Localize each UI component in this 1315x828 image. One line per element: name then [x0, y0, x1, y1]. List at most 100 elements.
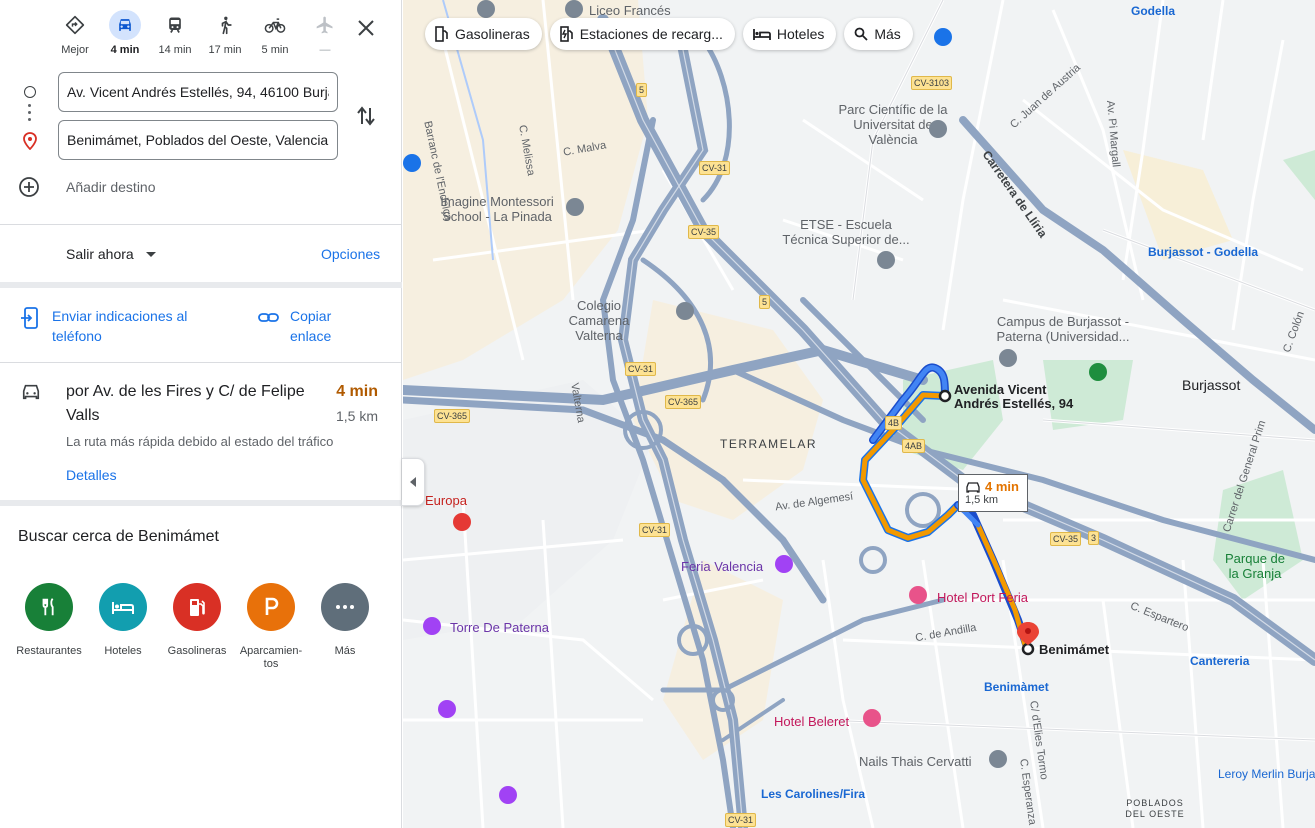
mode-label: 14 min: [158, 44, 192, 56]
place-label: Hotel Port Feria: [937, 590, 1029, 605]
divider: [0, 500, 402, 506]
nearby-search-title: Buscar cerca de Benimámet: [18, 528, 219, 545]
place-label: Nails Thais Cervatti: [859, 754, 972, 769]
mode-label: —: [319, 44, 331, 56]
nearby-label: Hoteles: [104, 645, 142, 657]
hotel-icon: [752, 27, 771, 41]
transit-station-label: Les Carolines/Fira: [761, 787, 866, 801]
place-label: ETSE - Escuela Técnica Superior de...: [782, 217, 910, 247]
road-shield: 5: [636, 83, 648, 97]
gas-station-icon: [173, 583, 221, 631]
swap-locations-button[interactable]: [354, 104, 378, 133]
route-dots-icon: [28, 104, 32, 125]
road-shield: CV-35: [1050, 532, 1082, 546]
chevron-down-icon: [145, 251, 156, 257]
place-label: Colegio Camarena Valterna: [568, 298, 630, 343]
chip-charging-stations[interactable]: Estaciones de recarg...: [549, 18, 735, 50]
mode-car[interactable]: 4 min: [100, 10, 150, 62]
shopping-icon: [934, 28, 952, 46]
mode-label: Mejor: [61, 44, 89, 56]
nearby-label: Gasolineras: [167, 645, 227, 657]
road-shield: CV-31: [699, 161, 731, 175]
road-shield: CV-31: [625, 362, 657, 376]
add-circle-icon: [19, 177, 39, 197]
place-label: Leroy Merlin Burja: [1218, 767, 1315, 781]
copy-link-label: Copiar enlace: [290, 308, 332, 344]
nearby-gas-button[interactable]: Gasolineras: [160, 583, 234, 671]
route-info-bubble[interactable]: 4 min 1,5 km: [958, 474, 1028, 512]
road-shield: CV-365: [665, 395, 702, 409]
school-icon: [477, 0, 495, 18]
mode-walk[interactable]: 17 min: [200, 10, 250, 62]
route-distance: 1,5 km: [335, 408, 378, 424]
map-canvas[interactable]: Gasolineras Estaciones de recarg... Hote…: [403, 0, 1315, 828]
place-marker-icon: [989, 750, 1007, 768]
landmark-icon: [438, 700, 456, 718]
copy-link-button[interactable]: Copiar enlace: [258, 306, 350, 346]
car-icon: [109, 10, 141, 40]
nearby-parking-button[interactable]: Aparcamien-tos: [234, 583, 308, 671]
destination-map-label: Benimámet: [1039, 642, 1110, 657]
send-to-phone-icon: [21, 307, 38, 329]
road-shield: CV-35: [688, 225, 720, 239]
origin-map-label: Avenida Vicent Andrés Estellés, 94: [954, 383, 1080, 411]
route-title: por Av. de les Fires y C/ de Felipe Vall…: [66, 383, 305, 424]
destination-pin-icon: [22, 132, 38, 155]
school-icon: [566, 198, 584, 216]
district-label: TERRAMELAR: [720, 437, 818, 451]
options-link[interactable]: Opciones: [321, 246, 380, 262]
road-shield: 4B: [885, 416, 903, 430]
school-icon: [676, 302, 694, 320]
road-shield: 3: [1088, 531, 1100, 545]
depart-time-dropdown[interactable]: Salir ahora: [66, 246, 156, 262]
mode-label: 17 min: [208, 44, 242, 56]
origin-input[interactable]: [58, 72, 338, 112]
mode-label: 5 min: [261, 44, 289, 56]
district-label: POBLADOS DEL OESTE: [1125, 798, 1185, 819]
mode-flight[interactable]: —: [300, 10, 350, 62]
send-to-phone-button[interactable]: Enviar indicaciones al teléfono: [20, 306, 212, 346]
mode-bike[interactable]: 5 min: [250, 10, 300, 62]
travel-modes: Mejor 4 min 14 min 17 min 5 min —: [50, 10, 350, 62]
hotel-icon: [909, 586, 927, 604]
route-option-card[interactable]: por Av. de les Fires y C/ de Felipe Vall…: [0, 368, 402, 498]
mode-transit[interactable]: 14 min: [150, 10, 200, 62]
divider: [0, 282, 402, 288]
directions-panel: Mejor 4 min 14 min 17 min 5 min — Av. Vi…: [0, 0, 402, 828]
school-icon: [565, 0, 583, 18]
chip-hotels[interactable]: Hoteles: [742, 18, 837, 50]
add-destination-button[interactable]: Añadir destino: [18, 176, 156, 198]
place-label: Imagine Montessori School - La Pinada: [440, 194, 554, 224]
school-icon: [877, 251, 895, 269]
nearby-label: Restaurantes: [16, 645, 82, 657]
place-label: Parque de la Granja: [1225, 551, 1285, 581]
chip-label: Más: [874, 26, 901, 42]
mode-best[interactable]: Mejor: [50, 10, 100, 62]
route-details-link[interactable]: Detalles: [66, 467, 117, 483]
nearby-hotels-button[interactable]: Hoteles: [86, 583, 160, 671]
hospital-icon: [453, 513, 471, 531]
swap-icon: [357, 106, 375, 126]
transit-station-label: Benimàmet: [984, 680, 1049, 694]
transit-station-label: Cantereria: [1190, 654, 1250, 668]
place-label: Feria Valencia: [681, 559, 764, 574]
destination-input[interactable]: [58, 120, 338, 160]
nearby-more-button[interactable]: Más: [308, 583, 382, 671]
road-shield: CV-31: [725, 813, 757, 827]
origin-label-text: Avenida Vicent Andrés Estellés, 94: [954, 382, 1074, 411]
chip-gas-stations[interactable]: Gasolineras: [425, 18, 542, 50]
chip-more[interactable]: Más: [844, 18, 913, 50]
category-chips: Gasolineras Estaciones de recarg... Hote…: [425, 18, 921, 50]
chevron-left-icon: [410, 477, 416, 487]
walk-icon: [209, 10, 241, 40]
nearby-restaurants-button[interactable]: Restaurantes: [12, 583, 86, 671]
collapse-panel-button[interactable]: [402, 458, 425, 506]
close-directions-button[interactable]: [354, 16, 378, 40]
more-icon: [321, 583, 369, 631]
town-label: Burjassot: [1182, 377, 1241, 393]
road-shield: 5: [759, 295, 771, 309]
place-label: Campus de Burjassot - Paterna (Universid…: [996, 314, 1130, 344]
best-route-icon: [59, 10, 91, 40]
bike-icon: [259, 10, 291, 40]
place-label: Liceo Francés: [589, 3, 671, 18]
